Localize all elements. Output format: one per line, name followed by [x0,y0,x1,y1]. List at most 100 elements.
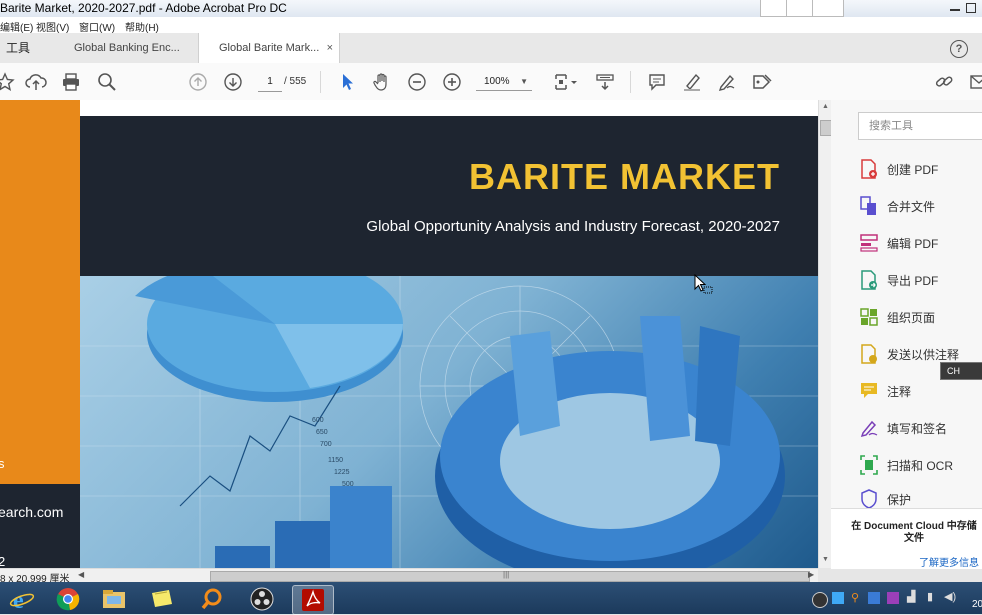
cover-left-website: earch.com [0,504,64,520]
zoom-value: 100% [484,76,510,87]
file-explorer-icon[interactable] [94,585,134,613]
tool-label: 注释 [887,384,912,399]
tool-label: 导出 PDF [887,273,939,288]
tray-app-icon[interactable] [868,592,880,604]
tray-app-icon[interactable] [832,592,844,604]
print-icon[interactable] [60,71,82,93]
close-button[interactable] [812,0,844,17]
tool-edit-pdf[interactable]: 编辑 PDF [859,232,938,254]
tool-comment[interactable]: 注释 [859,380,911,402]
help-icon[interactable]: ? [950,40,968,58]
ime-label: CH [947,366,960,376]
tool-create-pdf[interactable]: 创建 PDF [859,158,938,180]
tool-label: 保护 [887,492,912,507]
combine-files-icon [859,196,879,216]
zoom-select[interactable]: 100% ▼ [476,73,532,91]
speaker-icon[interactable]: ◀) [944,590,956,603]
comment-tool-icon [859,381,879,401]
menu-view[interactable]: 视图(V) [36,19,69,34]
page-down-icon[interactable] [222,71,244,93]
cover-subheadline: Global Opportunity Analysis and Industry… [366,218,780,235]
window-title: Barite Market, 2020-2027.pdf - Adobe Acr… [0,1,287,15]
grip-icon: ||| [503,570,510,579]
tool-fill-sign[interactable]: 填写和签名 [859,417,947,439]
maximize-button[interactable] [786,0,814,17]
learn-more-link[interactable]: 了解更多信息 [849,554,979,569]
acrobat-taskbar-icon[interactable] [292,585,334,615]
scroll-up-icon[interactable]: ▲ [822,103,829,110]
sign-pen-icon[interactable] [716,71,738,93]
document-view[interactable]: s earch.com 2 BARITE MARKET Global Oppor… [0,100,818,568]
tab-close-icon[interactable]: × [327,33,333,63]
page-number-input[interactable]: 1 [258,73,282,92]
chart-label: 600 [312,417,324,424]
scroll-thumb[interactable]: ||| [210,570,810,582]
highlight-pen-icon[interactable] [681,71,703,93]
pie-chart-3d [135,276,403,402]
select-cursor-icon[interactable] [336,71,358,93]
vertical-scrollbar[interactable]: ▲ ▼ [818,100,832,568]
ie-browser-icon[interactable]: e [2,585,42,613]
app-minimize-button[interactable] [950,3,960,13]
hand-tool-icon[interactable] [371,71,393,93]
minimize-button[interactable] [760,0,788,17]
stamp-tag-icon[interactable] [751,71,773,93]
menu-bar: 编辑(E) 视图(V) 窗口(W) 帮助(H) [0,17,982,34]
app-restore-button[interactable] [966,3,976,13]
star-icon[interactable] [0,71,16,93]
battery-icon[interactable]: ▮ [927,590,933,603]
tab-tools[interactable]: 工具 [6,33,30,63]
ime-indicator[interactable]: CH [940,362,982,380]
tray-app-icon[interactable] [812,592,828,608]
tool-scan-ocr[interactable]: 扫描和 OCR [859,454,953,476]
tool-label: 组织页面 [887,310,936,325]
search-tools-input[interactable]: 搜索工具 [858,112,982,140]
scroll-right-icon[interactable]: ▶ [808,570,814,579]
tool-label: 合并文件 [887,199,936,214]
zoom-out-icon[interactable] [406,71,428,93]
chart-label: 1150 [328,457,343,464]
tool-organize-pages[interactable]: 组织页面 [859,306,935,328]
bar-chart-3d [215,486,392,568]
mouse-cursor-icon [694,273,714,299]
analytics-illustration: 600 650 700 1150 1225 500 [80,276,818,568]
cover-left-dark-block [0,484,80,568]
share-link-icon[interactable] [934,71,956,93]
cover-headline: BARITE MARKET [469,156,780,197]
tab-global-banking[interactable]: Global Banking Enc... [58,33,196,63]
cover-left-text: 2 [0,554,6,568]
tool-combine-files[interactable]: 合并文件 [859,195,935,217]
scroll-down-icon[interactable]: ▼ [822,556,829,563]
comment-icon[interactable] [646,71,668,93]
chrome-icon[interactable] [48,585,88,613]
tab-label: Global Banking Enc... [74,42,180,54]
tool-protect[interactable]: 保护 [859,488,911,510]
search-zoom-icon[interactable] [96,71,118,93]
search-app-icon[interactable] [192,585,232,613]
page-up-icon[interactable] [187,71,209,93]
menu-window[interactable]: 窗口(W) [79,19,115,34]
tab-global-barite[interactable]: Global Barite Mark... × [198,33,340,64]
export-pdf-icon [859,270,879,290]
obs-studio-icon[interactable] [242,585,282,613]
chart-label: 500 [342,481,354,488]
tool-export-pdf[interactable]: 导出 PDF [859,269,938,291]
upload-cloud-icon[interactable] [25,71,47,93]
zoom-in-icon[interactable] [441,71,463,93]
horizontal-scrollbar[interactable]: 8 x 20.999 厘米 ◀ ||| ▶ [0,568,818,585]
email-icon[interactable] [968,71,982,93]
sticky-notes-icon[interactable] [142,585,182,613]
scroll-left-icon[interactable]: ◀ [78,570,84,579]
toolbar-divider [630,71,631,93]
tray-search-icon[interactable]: ⚲ [851,591,859,604]
keyboard-scroll-icon[interactable] [594,71,616,93]
taskbar: e ⚲ ▟ ▮ ◀) 20 [0,582,982,615]
cloud-promo: 在 Document Cloud 中存储文件 了解更多信息 [831,508,982,569]
menu-edit[interactable]: 编辑(E) [0,19,33,34]
network-icon[interactable]: ▟ [907,590,915,603]
tool-label: 发送以供注释 [887,347,960,362]
page-fit-icon[interactable] [550,71,580,93]
tray-app-icon[interactable] [887,592,899,604]
menu-help[interactable]: 帮助(H) [125,19,159,34]
fill-sign-icon [859,418,879,438]
